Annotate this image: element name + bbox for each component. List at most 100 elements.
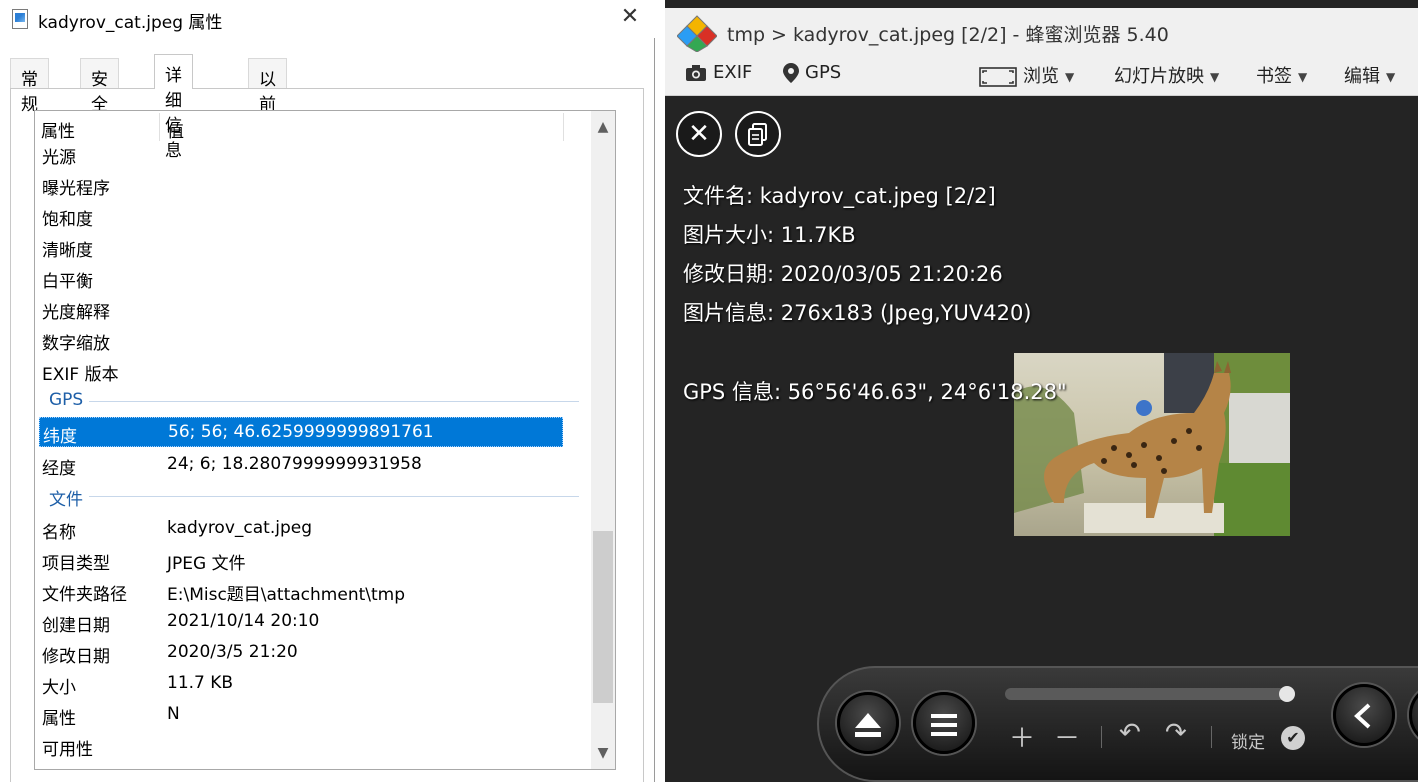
table-row[interactable]: 光源 — [39, 139, 563, 169]
table-row[interactable]: 曝光程序 — [39, 170, 563, 200]
caret-down-icon: ▼ — [1210, 70, 1220, 84]
column-divider[interactable] — [563, 113, 564, 141]
rotate-left-icon[interactable]: ↶ — [1119, 718, 1141, 748]
menu-glyph — [931, 714, 957, 736]
table-row[interactable]: 光度解释 — [39, 294, 563, 324]
slideshow-menu[interactable]: 幻灯片放映 ▼ — [1114, 62, 1219, 88]
row-key: 清晰度 — [42, 241, 93, 261]
rotate-right-icon[interactable]: ↷ — [1165, 718, 1187, 748]
group-header-file: 文件 — [45, 483, 579, 510]
table-row[interactable]: 项目类型 JPEG 文件 — [39, 545, 563, 575]
table-row[interactable]: 属性 N — [39, 700, 563, 730]
table-row[interactable]: 经度 24; 6; 18.2807999999931958 — [39, 450, 563, 480]
chevron-up-icon[interactable]: ▲ — [591, 115, 615, 139]
bookmarks-label: 书签 — [1256, 66, 1292, 87]
group-divider — [89, 401, 579, 402]
close-icon[interactable]: ✕ — [676, 111, 722, 157]
caret-down-icon: ▼ — [1386, 70, 1396, 84]
table-row[interactable]: 清晰度 — [39, 232, 563, 262]
table-row[interactable]: 文件夹路径 E:\Misc题目\attachment\tmp — [39, 576, 563, 606]
row-value: 2021/10/14 20:10 — [167, 611, 320, 631]
column-divider[interactable] — [159, 113, 160, 141]
viewer-toolbar: EXIF GPS 浏览 ▼ 幻灯片放映 ▼ 书签 ▼ 编辑 ▼ — [665, 52, 1418, 96]
gps-button[interactable]: GPS — [783, 62, 841, 83]
table-row[interactable]: 创建日期 2021/10/14 20:10 — [39, 607, 563, 637]
row-value: E:\Misc题目\attachment\tmp — [167, 585, 406, 605]
image-viewer-window: tmp > kadyrov_cat.jpeg [2/2] - 蜂蜜浏览器 5.4… — [665, 0, 1418, 782]
table-row[interactable]: 修改日期 2020/3/5 21:20 — [39, 638, 563, 668]
chevron-down-icon[interactable]: ▼ — [591, 741, 615, 765]
tab-general[interactable]: 常规 — [10, 58, 49, 115]
row-key: 饱和度 — [42, 210, 93, 230]
dialog-title: kadyrov_cat.jpeg 属性 — [38, 13, 223, 33]
properties-dialog: kadyrov_cat.jpeg 属性 ✕ 常规 安全 详细信息 以前的版本 属… — [0, 0, 655, 782]
tab-details[interactable]: 详细信息 — [154, 54, 193, 161]
scrollbar-thumb[interactable] — [593, 531, 613, 703]
row-value: 24; 6; 18.2807999999931958 — [167, 454, 422, 474]
row-key: 经度 — [42, 459, 76, 479]
table-row-selected[interactable]: 纬度 56; 56; 46.6259999999891761 — [39, 417, 563, 447]
lock-label: 锁定 — [1231, 733, 1265, 753]
check-icon[interactable]: ✔ — [1281, 726, 1305, 750]
plus-icon[interactable]: ＋ — [1009, 718, 1035, 755]
bookmarks-menu[interactable]: 书签 ▼ — [1256, 62, 1307, 88]
row-key: EXIF 版本 — [42, 365, 119, 385]
browse-menu[interactable]: 浏览 ▼ — [979, 62, 1074, 88]
tab-previous-versions[interactable]: 以前的版本 — [248, 58, 287, 190]
table-row[interactable]: 饱和度 — [39, 201, 563, 231]
row-value: 11.7 KB — [167, 673, 234, 693]
zoom-slider[interactable] — [1005, 686, 1295, 702]
divider — [1101, 726, 1102, 748]
copy-icon[interactable] — [735, 111, 781, 157]
pin-icon — [783, 63, 799, 83]
viewer-titlebar: tmp > kadyrov_cat.jpeg [2/2] - 蜂蜜浏览器 5.4… — [665, 8, 1418, 52]
row-key: 白平衡 — [42, 272, 93, 292]
edit-label: 编辑 — [1344, 66, 1380, 87]
table-row[interactable]: 白平衡 — [39, 263, 563, 293]
table-row[interactable]: 可用性 — [39, 731, 563, 761]
row-key: 修改日期 — [42, 647, 110, 667]
row-value: kadyrov_cat.jpeg — [167, 518, 312, 538]
row-key: 项目类型 — [42, 554, 110, 574]
edit-menu[interactable]: 编辑 ▼ — [1344, 62, 1395, 88]
table-row[interactable]: 名称 kadyrov_cat.jpeg — [39, 514, 563, 544]
row-key: 名称 — [42, 523, 76, 543]
row-key: 纬度 — [43, 427, 77, 447]
back-icon[interactable] — [1333, 684, 1395, 746]
exif-button[interactable]: EXIF — [685, 62, 752, 83]
forward-button[interactable] — [1409, 684, 1418, 746]
row-key: 大小 — [42, 678, 76, 698]
fullscreen-icon — [979, 67, 1017, 87]
exif-label: EXIF — [713, 62, 753, 83]
caret-down-icon: ▼ — [1065, 70, 1075, 84]
info-filename: 文件名: kadyrov_cat.jpeg [2/2] — [683, 184, 996, 208]
tab-security[interactable]: 安全 — [80, 58, 119, 115]
details-list: 属性 值 光源 曝光程序 饱和度 清晰度 白平衡 光度解释 数字缩放 EXIF … — [34, 110, 616, 770]
caret-down-icon: ▼ — [1298, 70, 1308, 84]
browse-label: 浏览 — [1023, 66, 1059, 87]
group-divider — [89, 496, 579, 497]
close-icon[interactable]: ✕ — [619, 6, 641, 28]
minus-icon[interactable]: － — [1054, 718, 1080, 755]
row-key: 文件夹路径 — [42, 585, 127, 605]
info-image: 图片信息: 276x183 (Jpeg,YUV420) — [683, 301, 1032, 325]
table-row[interactable]: 数字缩放 — [39, 325, 563, 355]
divider — [1211, 726, 1212, 748]
eject-icon[interactable] — [837, 692, 899, 754]
gps-label: GPS — [805, 62, 842, 83]
row-key: 可用性 — [42, 740, 93, 760]
vertical-scrollbar[interactable]: ▲ ▼ — [591, 111, 615, 769]
info-size: 图片大小: 11.7KB — [683, 223, 856, 247]
image-file-icon — [12, 9, 28, 29]
table-row[interactable]: 大小 11.7 KB — [39, 669, 563, 699]
info-gps: GPS 信息: 56°56'46.63", 24°6'18.28" — [683, 380, 1067, 404]
slider-knob[interactable] — [1279, 686, 1295, 702]
table-row[interactable]: EXIF 版本 — [39, 356, 563, 386]
slideshow-label: 幻灯片放映 — [1114, 66, 1204, 87]
eject-glyph — [855, 713, 881, 737]
control-bar: ＋ － ↶ ↷ 锁定 ✔ — [817, 666, 1418, 782]
row-key: 属性 — [42, 709, 76, 729]
row-key: 数字缩放 — [42, 334, 110, 354]
menu-icon[interactable] — [913, 692, 975, 754]
column-header: 属性 值 — [35, 111, 591, 142]
